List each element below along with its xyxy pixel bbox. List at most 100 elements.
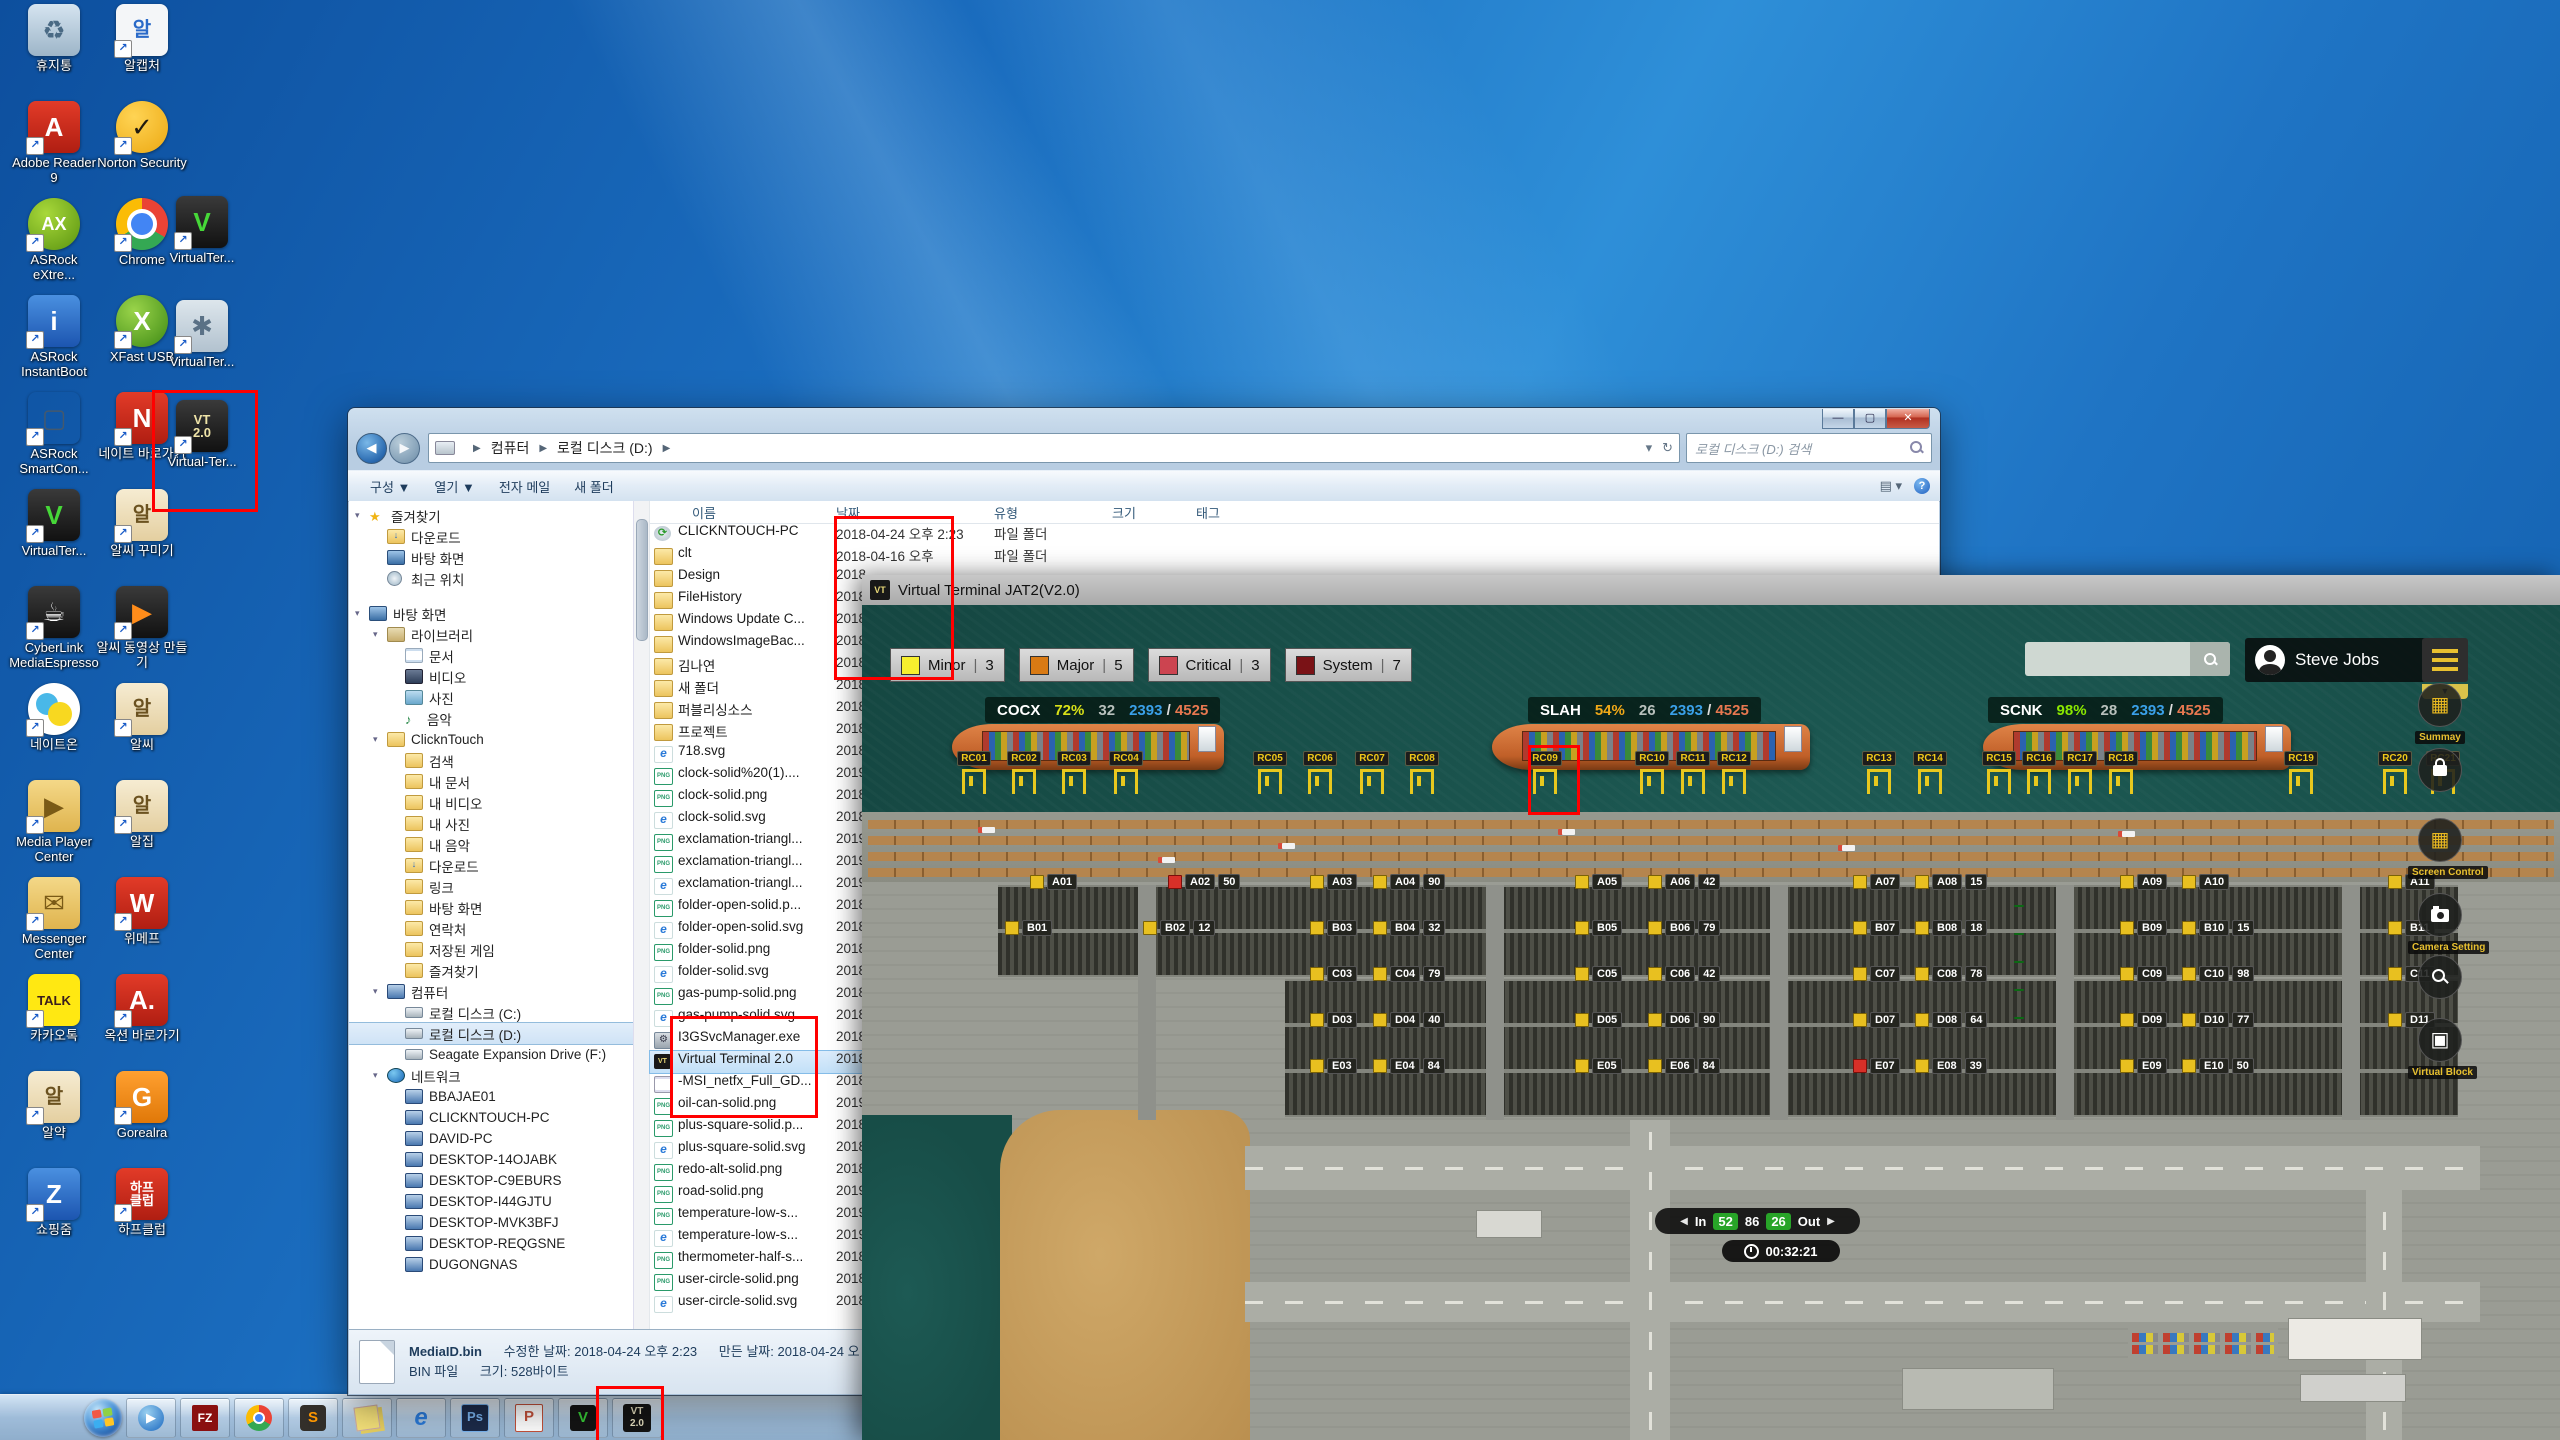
tree-item[interactable]: ▾ 네트워크 — [349, 1065, 649, 1086]
taskbar-button[interactable]: ▶ — [126, 1398, 176, 1438]
expander-icon[interactable]: ▾ — [355, 608, 369, 619]
tree-item[interactable]: 검색 — [349, 750, 649, 771]
taskbar-button[interactable]: e — [396, 1398, 446, 1438]
yard-block[interactable]: C04 79 — [1373, 966, 1445, 982]
alarm-filter-button[interactable]: Critical | 3 — [1148, 648, 1271, 682]
quay-crane[interactable]: RC11 — [1673, 748, 1713, 794]
tree-item[interactable]: 로컬 디스크 (D:) — [349, 1023, 649, 1044]
tree-item[interactable]: 로컬 디스크 (C:) — [349, 1002, 649, 1023]
right-arrow-icon[interactable]: ▶ — [1827, 1216, 1835, 1227]
map-tool-button[interactable] — [2408, 955, 2472, 999]
yard-block[interactable]: D04 40 — [1373, 1012, 1445, 1028]
tree-item[interactable]: ▾ 라이브러리 — [349, 624, 649, 645]
alarm-filter-button[interactable]: Major | 5 — [1019, 648, 1134, 682]
quay-crane[interactable]: RC04 — [1106, 748, 1146, 794]
quay-crane[interactable]: RC03 — [1054, 748, 1094, 794]
tree-item[interactable]: BBAJAE01 — [349, 1086, 649, 1107]
tree-item[interactable]: 내 음악 — [349, 834, 649, 855]
yard-block[interactable]: D09 — [2120, 1012, 2167, 1028]
tree-item[interactable]: DESKTOP-C9EBURS — [349, 1170, 649, 1191]
close-button[interactable]: ✕ — [1886, 409, 1930, 429]
quay-crane[interactable]: RC12 — [1714, 748, 1754, 794]
yard-block[interactable]: C09 — [2120, 966, 2167, 982]
quay-crane[interactable]: RC10 — [1632, 748, 1672, 794]
taskbar-button[interactable]: Ps — [450, 1398, 500, 1438]
yard-block[interactable]: A08 15 — [1915, 874, 1987, 890]
tree-item[interactable]: 즐겨찾기 — [349, 960, 649, 981]
tree-item[interactable]: DESKTOP-I44GJTU — [349, 1191, 649, 1212]
yard-block[interactable]: D10 77 — [2182, 1012, 2254, 1028]
tree-item[interactable]: 연락처 — [349, 918, 649, 939]
yard-block[interactable]: D06 90 — [1648, 1012, 1720, 1028]
tree-item[interactable]: 다운로드 — [349, 855, 649, 876]
minimize-button[interactable]: — — [1822, 409, 1854, 429]
yard-block[interactable]: C05 — [1575, 966, 1622, 982]
desktop-icon[interactable]: W↗ 위메프 — [96, 877, 188, 974]
map-tool-button[interactable] — [2408, 748, 2472, 792]
yard-block[interactable]: A03 — [1310, 874, 1357, 890]
desktop-icon[interactable]: 알↗ 알약 — [8, 1071, 100, 1168]
maximize-button[interactable]: ▢ — [1854, 409, 1886, 429]
tree-item[interactable]: 사진 — [349, 687, 649, 708]
taskbar-button[interactable]: FZ — [180, 1398, 230, 1438]
tree-item[interactable]: DAVID-PC — [349, 1128, 649, 1149]
yard-block[interactable]: E10 50 — [2182, 1058, 2254, 1074]
yard-block[interactable]: B06 79 — [1648, 920, 1720, 936]
tree-item[interactable]: ▾ ClicknTouch — [349, 729, 649, 750]
yard-block[interactable]: D08 64 — [1915, 1012, 1987, 1028]
yard-block[interactable]: C06 42 — [1648, 966, 1720, 982]
desktop-icon[interactable]: 알↗ 알씨 꾸미기 — [96, 489, 188, 586]
yard-block[interactable]: B04 32 — [1373, 920, 1445, 936]
yard-block[interactable]: A06 42 — [1648, 874, 1720, 890]
desktop-icon[interactable]: VT 2.0↗ Virtual-Ter... — [156, 400, 248, 497]
yard-block[interactable]: B01 — [1005, 920, 1052, 936]
toolbar-button[interactable]: 새 폴더 — [562, 473, 626, 500]
quay-crane[interactable]: RC09 — [1525, 748, 1565, 794]
tree-item[interactable]: DESKTOP-MVK3BFJ — [349, 1212, 649, 1233]
desktop-icon[interactable]: A↗ Adobe Reader 9 — [8, 101, 100, 198]
tree-item[interactable]: 내 비디오 — [349, 792, 649, 813]
column-header[interactable]: 이름 — [692, 503, 716, 522]
tree-item[interactable]: DESKTOP-14OJABK — [349, 1149, 649, 1170]
tree-item[interactable]: 링크 — [349, 876, 649, 897]
desktop-icon[interactable]: ▢↗ ASRock SmartCon... — [8, 392, 100, 489]
tree-item[interactable]: ▾ 즐겨찾기 — [349, 505, 649, 526]
yard-block[interactable]: A04 90 — [1373, 874, 1445, 890]
yard-block[interactable]: A07 — [1853, 874, 1900, 890]
column-header[interactable]: 유형 — [994, 503, 1018, 522]
ship-info-bar[interactable]: SCNK 98% 28 2393 / 4525 — [1988, 697, 2223, 723]
yard-block[interactable]: C08 78 — [1915, 966, 1987, 982]
quay-crane[interactable]: RC19 — [2281, 748, 2321, 794]
map-tool-button[interactable]: Virtual Block — [2408, 1018, 2472, 1080]
desktop-icon[interactable]: ▶↗ Media Player Center — [8, 780, 100, 877]
tree-item[interactable]: 내 문서 — [349, 771, 649, 792]
yard-block[interactable]: E04 84 — [1373, 1058, 1445, 1074]
yard-block[interactable]: B03 — [1310, 920, 1357, 936]
quay-crane[interactable]: RC07 — [1352, 748, 1392, 794]
expander-icon[interactable]: ▾ — [373, 1070, 387, 1081]
quay-crane[interactable]: RC14 — [1910, 748, 1950, 794]
expander-icon[interactable]: ▾ — [373, 629, 387, 640]
start-button[interactable] — [84, 1399, 122, 1437]
taskbar-button[interactable]: S — [288, 1398, 338, 1438]
column-header[interactable]: 날짜 — [836, 503, 860, 522]
taskbar-button[interactable]: P — [504, 1398, 554, 1438]
yard-block[interactable]: B05 — [1575, 920, 1622, 936]
yard-block[interactable]: A01 — [1030, 874, 1077, 890]
desktop-icon[interactable]: ▶↗ 알씨 동영상 만들기 — [96, 586, 188, 683]
search-icon[interactable] — [1909, 440, 1923, 454]
vt-search-button[interactable] — [2190, 642, 2230, 676]
user-menu[interactable]: Steve Jobs — [2245, 638, 2430, 682]
desktop-icon[interactable]: 알↗ 알집 — [96, 780, 188, 877]
tree-item[interactable]: DUGONGNAS — [349, 1254, 649, 1275]
yard-block[interactable]: A10 — [2182, 874, 2229, 890]
toolbar-button[interactable]: 구성 ▼ — [358, 473, 422, 500]
ship-info-bar[interactable]: COCX 72% 32 2393 / 4525 — [985, 697, 1220, 723]
tree-item[interactable]: ▾ 바탕 화면 — [349, 603, 649, 624]
refresh-icon[interactable]: ↻ — [1662, 440, 1673, 456]
quay-crane[interactable]: RC17 — [2060, 748, 2100, 794]
yard-block[interactable]: B02 12 — [1143, 920, 1215, 936]
yard-block[interactable]: B10 15 — [2182, 920, 2254, 936]
desktop-icon[interactable]: A.↗ 옥션 바로가기 — [96, 974, 188, 1071]
yard-block[interactable]: D07 — [1853, 1012, 1900, 1028]
